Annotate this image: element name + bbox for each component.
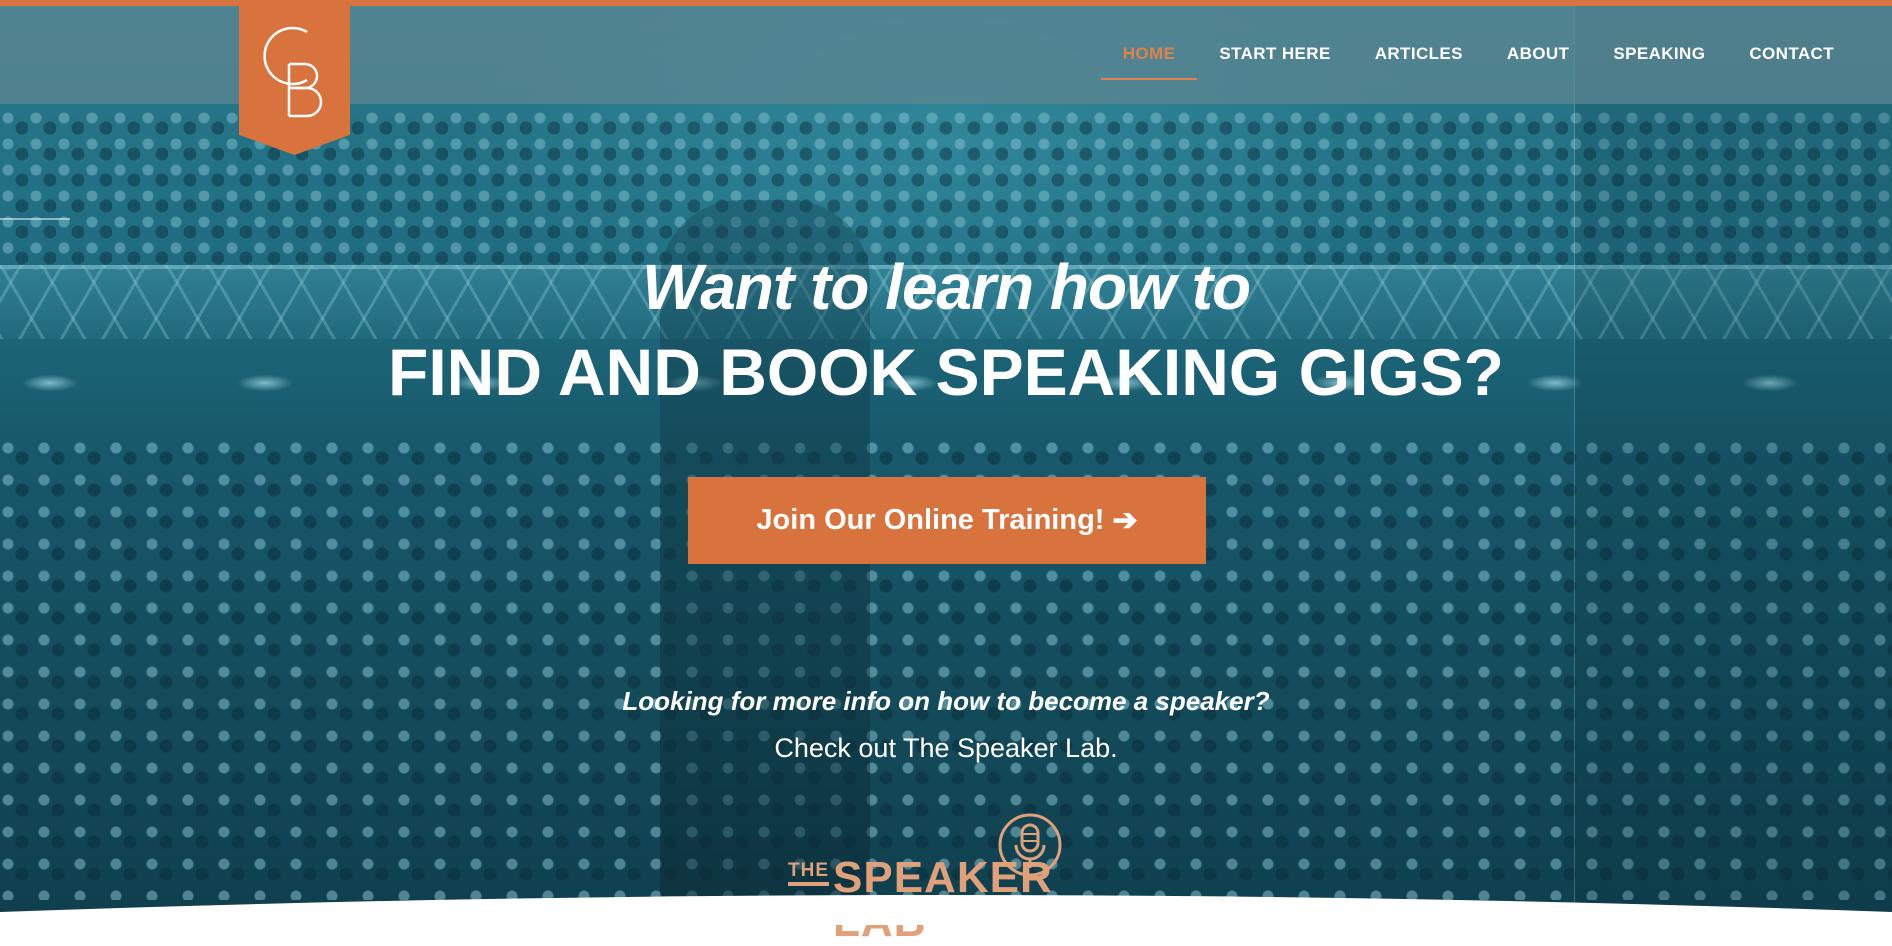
arrow-right-icon: ➔ bbox=[1112, 503, 1138, 537]
hero-headline-line1: Want to learn how to bbox=[641, 251, 1251, 323]
side-panel bbox=[1575, 6, 1892, 925]
speaker-lab-the: THE bbox=[788, 861, 829, 886]
nav-item-home[interactable]: HOME bbox=[1100, 40, 1198, 80]
side-seam bbox=[1574, 6, 1575, 925]
join-training-button[interactable]: Join Our Online Training! ➔ bbox=[688, 477, 1206, 564]
speaker-lab-logo[interactable]: THE SPEAKER LAB bbox=[785, 812, 1115, 944]
nav-item-start-here[interactable]: START HERE bbox=[1197, 40, 1352, 80]
nav-item-articles[interactable]: ARTICLES bbox=[1353, 40, 1485, 80]
gb-monogram-icon bbox=[263, 26, 323, 118]
main-nav: HOME START HERE ARTICLES ABOUT SPEAKING … bbox=[1100, 40, 1856, 80]
side-menu-indicator[interactable] bbox=[0, 218, 70, 220]
hero-headline-line2: FIND AND BOOK SPEAKING GIGS? bbox=[388, 335, 1504, 409]
nav-item-about[interactable]: ABOUT bbox=[1485, 40, 1591, 80]
site-logo[interactable]: GB bbox=[239, 0, 350, 155]
logo-initials: GB bbox=[239, 0, 240, 1]
bottom-wave-divider bbox=[0, 895, 1892, 925]
hero-subtext-question: Looking for more info on how to become a… bbox=[622, 686, 1270, 716]
hero-subtext-link[interactable]: Check out The Speaker Lab. bbox=[0, 733, 1892, 764]
nav-item-speaking[interactable]: SPEAKING bbox=[1591, 40, 1727, 80]
nav-item-contact[interactable]: CONTACT bbox=[1727, 40, 1856, 80]
cta-label: Join Our Online Training! bbox=[756, 504, 1105, 536]
